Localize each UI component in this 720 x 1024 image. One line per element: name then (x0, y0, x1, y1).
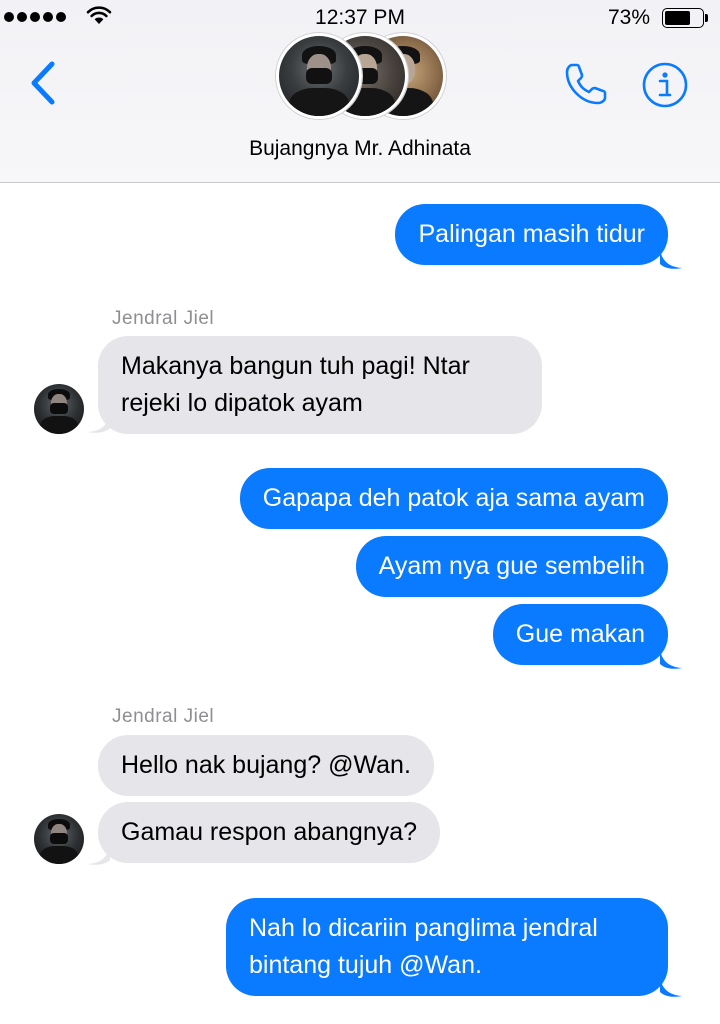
outgoing-message[interactable]: Nah lo dicariin panglima jendral bintang… (226, 898, 668, 996)
bubble-tail (88, 414, 110, 433)
info-icon (642, 62, 688, 108)
phone-icon (565, 63, 607, 105)
sender-name: Jendral Jiel (112, 706, 215, 727)
info-button[interactable] (640, 60, 690, 110)
sender-name: Jendral Jiel (112, 308, 215, 329)
message-line: Makanya bangun tuh pagi! Ntar (121, 352, 470, 380)
bubble-tail (660, 250, 682, 269)
back-button[interactable] (26, 58, 62, 108)
outgoing-message[interactable]: Ayam nya gue sembelih (355, 536, 668, 597)
outgoing-message[interactable]: Palingan masih tidur (395, 204, 668, 265)
incoming-message[interactable]: Gamau respon abangnya? (98, 802, 441, 863)
status-bar: 12:37 PM 73% (0, 0, 720, 36)
bubble-tail (88, 846, 110, 865)
bubble-tail (660, 978, 682, 997)
group-avatar-1 (276, 33, 362, 119)
bubble-tail (660, 650, 682, 669)
message-line: bintang tujuh @Wan. (249, 951, 482, 979)
chevron-left-icon (31, 61, 55, 105)
call-button[interactable] (562, 60, 610, 108)
group-avatars[interactable] (276, 33, 456, 119)
sender-avatar[interactable] (34, 814, 84, 864)
message-line: Nah lo dicariin panglima jendral (249, 914, 598, 942)
sender-avatar[interactable] (34, 384, 84, 434)
battery-percent: 73% (607, 6, 650, 29)
incoming-message[interactable]: Hello nak bujang? @Wan. (98, 735, 434, 796)
message-line: rejeki lo dipatok ayam (121, 389, 363, 417)
battery-icon (662, 8, 708, 28)
outgoing-message[interactable]: Gapapa deh patok aja sama ayam (239, 468, 668, 529)
outgoing-message[interactable]: Gue makan (492, 604, 668, 665)
incoming-message[interactable]: Makanya bangun tuh pagi! Ntar rejeki lo … (98, 336, 542, 434)
chat-title[interactable]: Bujangnya Mr. Adhinata (0, 137, 720, 161)
